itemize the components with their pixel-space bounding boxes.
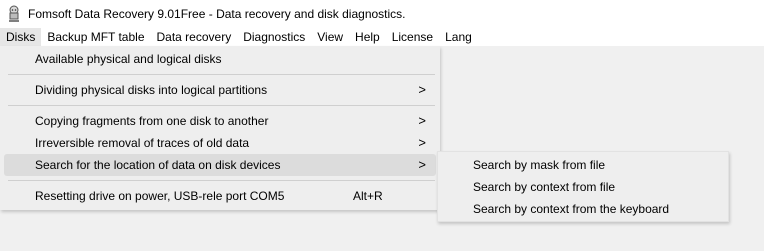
menu-item-label: Irreversible removal of traces of old da… (35, 136, 250, 150)
menu-item-label: Search by context from the keyboard (473, 202, 670, 216)
submenu-arrow-icon: > (418, 157, 426, 172)
menu-help[interactable]: Help (349, 28, 386, 46)
window-title: Fomsoft Data Recovery 9.01Free - Data re… (28, 7, 406, 21)
menu-backup-mft-table[interactable]: Backup MFT table (41, 28, 150, 46)
menu-license[interactable]: License (386, 28, 439, 46)
menu-diagnostics[interactable]: Diagnostics (237, 28, 311, 46)
app-logo-icon (9, 5, 19, 22)
menu-item-label: Dividing physical disks into logical par… (35, 83, 268, 97)
submenu-item-search-context-file[interactable]: Search by context from file (440, 176, 726, 198)
menu-item-label: Available physical and logical disks (35, 52, 222, 66)
menu-view[interactable]: View (311, 28, 349, 46)
menu-disks[interactable]: Disks (0, 28, 42, 46)
submenu-item-search-context-keyboard[interactable]: Search by context from the keyboard (440, 198, 726, 220)
menu-item-label: Search for the location of data on disk … (35, 158, 281, 172)
menu-item-label: Search by context from file (473, 180, 616, 194)
menu-item-dividing-disks[interactable]: Dividing physical disks into logical par… (4, 79, 436, 101)
submenu-arrow-icon: > (418, 135, 426, 150)
menu-item-label: Resetting drive on power, USB-rele port … (35, 189, 285, 203)
search-submenu: Search by mask from file Search by conte… (437, 151, 729, 222)
menu-item-label: Search by mask from file (473, 158, 606, 172)
submenu-arrow-icon: > (418, 113, 426, 128)
menu-lang[interactable]: Lang (439, 28, 478, 46)
title-bar: Fomsoft Data Recovery 9.01Free - Data re… (0, 0, 764, 28)
submenu-arrow-icon: > (418, 82, 426, 97)
menu-bar: Disks Backup MFT table Data recovery Dia… (0, 28, 764, 46)
menu-data-recovery[interactable]: Data recovery (151, 28, 238, 46)
menu-separator (8, 105, 435, 106)
menu-separator (8, 180, 435, 181)
menu-item-copying-fragments[interactable]: Copying fragments from one disk to anoth… (4, 110, 436, 132)
submenu-item-search-mask-file[interactable]: Search by mask from file (440, 154, 726, 176)
menu-item-search-data-location[interactable]: Search for the location of data on disk … (4, 154, 436, 176)
disks-dropdown-menu: Available physical and logical disks Div… (0, 46, 440, 210)
menu-separator (8, 74, 435, 75)
shortcut-label: Alt+R (353, 189, 383, 203)
menu-item-resetting-drive[interactable]: Resetting drive on power, USB-rele port … (4, 185, 436, 207)
menu-item-label: Copying fragments from one disk to anoth… (35, 114, 269, 128)
menu-item-available-disks[interactable]: Available physical and logical disks (4, 48, 436, 70)
menu-item-irreversible-removal[interactable]: Irreversible removal of traces of old da… (4, 132, 436, 154)
